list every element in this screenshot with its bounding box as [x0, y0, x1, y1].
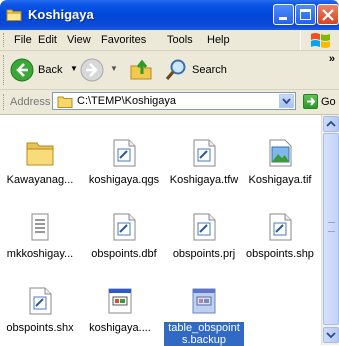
- file-name: table_obspoints.backup: [164, 322, 244, 346]
- file-list: Kawayanag... koshigaya.qgs Koshigaya.tfw: [0, 115, 321, 346]
- thumb-grip: [328, 222, 335, 232]
- search-label: Search: [192, 64, 227, 76]
- windows-flag-icon: [311, 33, 330, 48]
- address-bar: Address C:\TEMP\Koshigaya Go: [0, 90, 339, 115]
- address-dropdown-button[interactable]: [279, 94, 294, 108]
- scroll-down-button[interactable]: [323, 327, 339, 343]
- menu-grip[interactable]: [3, 33, 6, 47]
- search-icon: [165, 59, 186, 81]
- go-label[interactable]: Go: [321, 96, 336, 108]
- toolbar: Back ▼ ▼ Search »: [0, 51, 339, 90]
- generic-file-icon: [113, 213, 136, 241]
- chevron-down-icon: [326, 332, 336, 339]
- menu-favorites[interactable]: Favorites: [101, 34, 146, 46]
- up-folder-icon[interactable]: [129, 58, 153, 82]
- maximize-icon: [300, 9, 311, 20]
- scroll-thumb[interactable]: [323, 133, 339, 325]
- menu-edit[interactable]: Edit: [38, 34, 57, 46]
- menu-view[interactable]: View: [67, 34, 91, 46]
- address-label: Address: [10, 96, 51, 108]
- file-item[interactable]: obspoints.dbf: [84, 211, 164, 260]
- toolbar-grip[interactable]: [3, 55, 6, 85]
- file-name: Koshigaya.tif: [248, 174, 312, 186]
- vertical-scrollbar[interactable]: [321, 115, 339, 345]
- folder-icon: [6, 9, 22, 21]
- menu-tools[interactable]: Tools: [167, 34, 193, 46]
- minimize-button[interactable]: [273, 4, 294, 25]
- back-label: Back: [38, 64, 63, 76]
- back-button[interactable]: Back ▼: [10, 57, 80, 83]
- scroll-up-button[interactable]: [323, 116, 339, 132]
- folder-icon: [57, 96, 73, 108]
- file-item[interactable]: koshigaya....: [80, 285, 160, 334]
- file-name: Kawayanag...: [6, 174, 74, 186]
- arrow-right-icon: [307, 97, 316, 106]
- file-name: obspoints.prj: [172, 248, 236, 260]
- close-button[interactable]: [317, 4, 339, 25]
- generic-file-icon: [193, 139, 216, 167]
- address-input[interactable]: C:\TEMP\Koshigaya: [52, 92, 296, 110]
- file-item[interactable]: obspoints.shp: [240, 211, 320, 260]
- file-item[interactable]: Koshigaya.tfw: [164, 137, 244, 186]
- menu-bar: File Edit View Favorites Tools Help: [0, 30, 339, 51]
- file-name: obspoints.shx: [6, 322, 74, 334]
- menu-file[interactable]: File: [14, 34, 32, 46]
- address-path: C:\TEMP\Koshigaya: [77, 95, 177, 107]
- file-name: Koshigaya.tfw: [169, 174, 239, 186]
- file-name: koshigaya....: [89, 322, 151, 334]
- generic-file-icon: [269, 213, 292, 241]
- folder-icon: [26, 142, 54, 166]
- back-dropdown-icon[interactable]: ▼: [70, 64, 78, 73]
- image-file-icon: [269, 139, 292, 167]
- forward-button[interactable]: ▼: [80, 57, 120, 83]
- file-item[interactable]: obspoints.prj: [164, 211, 244, 260]
- file-name: koshigaya.qgs: [88, 174, 160, 186]
- file-name: obspoints.dbf: [91, 248, 157, 260]
- title-bar[interactable]: Koshigaya: [0, 0, 339, 30]
- chevron-down-icon: [282, 98, 291, 105]
- minimize-icon: [279, 17, 287, 20]
- window-title: Koshigaya: [28, 7, 94, 22]
- generic-file-icon: [29, 287, 52, 315]
- forward-dropdown-icon[interactable]: ▼: [110, 64, 118, 73]
- application-window-icon: [108, 288, 132, 314]
- search-button[interactable]: Search: [164, 57, 234, 83]
- file-item[interactable]: obspoints.shx: [0, 285, 80, 334]
- application-window-icon: [192, 288, 216, 314]
- file-item-selected[interactable]: table_obspoints.backup: [164, 285, 244, 346]
- chevron-up-icon: [326, 120, 336, 127]
- windows-logo: [300, 30, 339, 50]
- go-button[interactable]: [303, 94, 318, 109]
- file-item[interactable]: Koshigaya.tif: [240, 137, 320, 186]
- file-name: obspoints.shp: [246, 248, 314, 260]
- address-grip[interactable]: [3, 94, 6, 110]
- forward-arrow-icon: [80, 58, 104, 82]
- file-item[interactable]: koshigaya.qgs: [84, 137, 164, 186]
- generic-file-icon: [113, 139, 136, 167]
- file-name: mkkoshigay...: [6, 248, 74, 260]
- back-arrow-icon: [10, 58, 34, 82]
- text-file-icon: [31, 213, 49, 241]
- generic-file-icon: [193, 213, 216, 241]
- menu-help[interactable]: Help: [207, 34, 230, 46]
- maximize-button[interactable]: [295, 4, 316, 25]
- toolbar-overflow-chevron[interactable]: »: [329, 53, 335, 65]
- close-icon: [322, 9, 334, 21]
- file-item[interactable]: Kawayanag...: [0, 137, 80, 186]
- file-item[interactable]: mkkoshigay...: [0, 211, 80, 260]
